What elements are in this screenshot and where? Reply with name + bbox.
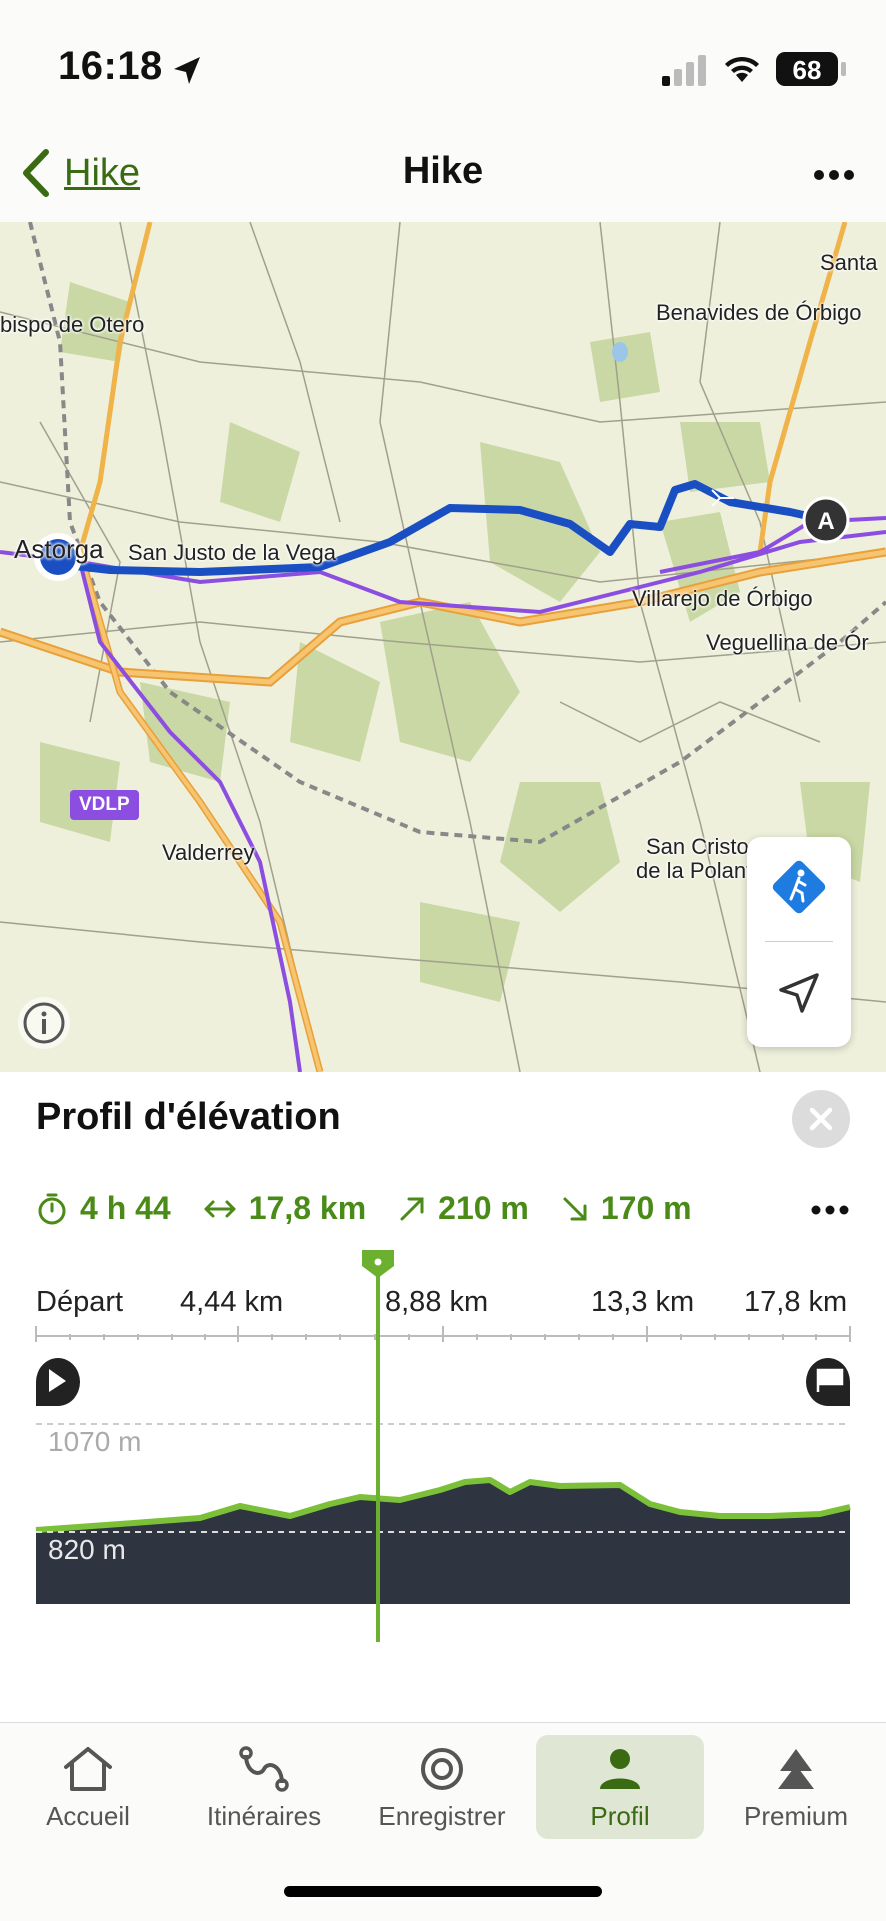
grid-label-upper: 1070 m [48, 1426, 142, 1457]
tab-accueil[interactable]: Accueil [4, 1735, 172, 1839]
route-badge: VDLP [70, 790, 139, 820]
tab-premium[interactable]: Premium [712, 1735, 880, 1839]
location-arrow-icon [174, 57, 200, 84]
start-marker-label: A [817, 508, 834, 535]
map-info-button[interactable] [18, 997, 70, 1049]
tab-label-premium: Premium [743, 1801, 848, 1831]
map-view[interactable]: A bispo de Otero Benavides de Órbigo San… [0, 222, 886, 1072]
scrubber-handle-dot [374, 1258, 382, 1266]
map-label-obispo: bispo de Otero [0, 312, 145, 337]
tab-label-itineraires: Itinéraires [206, 1801, 322, 1831]
profile-icon [600, 1749, 640, 1789]
controls-divider [765, 941, 833, 942]
map-label-villarejo: Villarejo de Órbigo [632, 586, 813, 611]
grid-label-lower: 820 m [48, 1534, 126, 1565]
battery-level: 68 [792, 55, 822, 85]
elevation-fill [36, 1480, 850, 1604]
premium-icon [778, 1749, 814, 1789]
tab-enregistrer[interactable]: Enregistrer [358, 1735, 526, 1839]
map-label-astorga: Astorga [14, 534, 104, 564]
elevation-chart[interactable] [0, 1072, 886, 1720]
signal-icon [662, 55, 706, 86]
tab-profil[interactable]: Profil [536, 1735, 704, 1839]
page-title: Hike [402, 150, 484, 192]
more-options-icon[interactable] [812, 160, 856, 190]
activity-mode-button[interactable] [747, 837, 851, 937]
map-label-santa: Santa [820, 250, 878, 275]
axis-ticks [35, 1326, 851, 1342]
elevation-sheet: Profil d'élévation 4 h 44 17,8 km 210 m [0, 1072, 886, 1720]
battery-icon: 68 [776, 52, 838, 86]
start-flag-icon [36, 1358, 80, 1406]
finish-flag-icon [806, 1358, 850, 1406]
map-label-valderrey: Valderrey [162, 840, 255, 865]
info-icon [23, 1002, 65, 1044]
navigation-bar: Hike Hike [0, 130, 886, 223]
route-icon [239, 1746, 289, 1792]
tab-itineraires[interactable]: Itinéraires [180, 1735, 348, 1839]
tab-label-accueil: Accueil [46, 1801, 130, 1831]
status-time: 16:18 [58, 44, 163, 88]
battery-cap [841, 62, 846, 76]
hiking-icon [772, 860, 826, 914]
map-controls [747, 837, 851, 1047]
map-label-veguellina: Veguellina de Ór [706, 630, 869, 655]
map-label-benavides: Benavides de Órbigo [656, 300, 862, 325]
status-bar: 16:18 68 [0, 0, 886, 130]
map-label-san-cristo: San Cristo [646, 834, 749, 859]
tab-label-enregistrer: Enregistrer [378, 1801, 506, 1831]
wifi-icon [725, 56, 759, 82]
map-label-san-justo: San Justo de la Vega [128, 540, 336, 565]
record-icon [421, 1748, 463, 1790]
tab-label-profil: Profil [590, 1801, 650, 1831]
locate-me-button[interactable] [747, 945, 851, 1045]
home-icon [64, 1747, 112, 1791]
navigation-arrow-icon [779, 973, 819, 1013]
home-indicator [284, 1886, 602, 1897]
water-body [612, 342, 628, 362]
